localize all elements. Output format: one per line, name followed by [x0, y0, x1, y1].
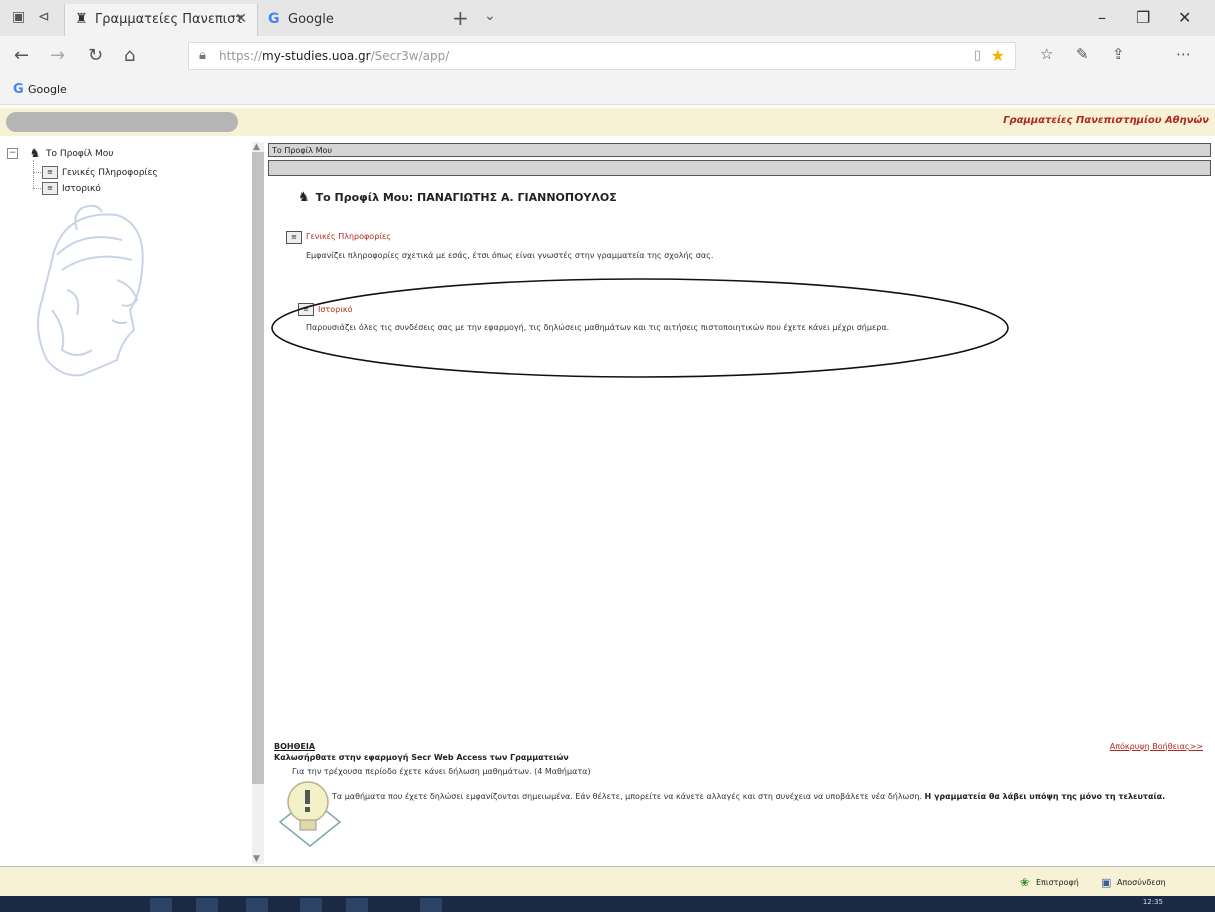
tree-item-general-info[interactable]: ≡ Γενικές Πληροφορίες — [42, 166, 158, 179]
tab-google[interactable]: G Google — [258, 4, 438, 36]
refresh-icon[interactable]: ↻ — [88, 45, 103, 66]
url-text: https://my-studies.uoa.gr/Secr3w/app/ — [219, 49, 450, 63]
browser-nav-bar: ← → ↻ ⌂ 🔒︎ https://my-studies.uoa.gr/Sec… — [0, 36, 1215, 76]
forward-arrow-icon[interactable]: → — [50, 45, 65, 66]
toolbar-strip — [268, 160, 1211, 176]
tree-connector — [33, 160, 34, 188]
help-welcome: Καλωσήρθατε στην εφαρμογή Secr Web Acces… — [274, 753, 569, 762]
tree-item-profile[interactable]: ♞ Το Προφίλ Μου — [28, 146, 114, 160]
favorites-icon[interactable]: ☆ — [1040, 45, 1053, 63]
app-title: Γραμματείες Πανεπιστημίου Αθηνών — [1003, 115, 1209, 126]
close-icon[interactable]: ✕ — [235, 11, 247, 27]
more-icon[interactable]: ⋯ — [1176, 45, 1191, 63]
taskbar-app-icon[interactable] — [150, 898, 172, 912]
user-profile-icon: ♞ — [29, 146, 41, 160]
history-card-icon: ≡ — [42, 182, 58, 195]
tree-item-label: Το Προφίλ Μου — [46, 149, 114, 159]
taskbar-app-icon[interactable] — [246, 898, 268, 912]
university-icon: ♜ — [75, 11, 88, 27]
address-bar[interactable]: 🔒︎ https://my-studies.uoa.gr/Secr3w/app/… — [188, 42, 1016, 70]
tab-university[interactable]: ♜ Γραμματείες Πανεπιστ ✕ — [64, 4, 258, 36]
favorites-bar: G Google — [0, 76, 1215, 105]
logout-icon: ▣ — [1101, 876, 1112, 889]
help-title: ΒΟΗΘΕΙΑ — [274, 742, 316, 751]
scroll-down-icon[interactable]: ▼ — [253, 854, 260, 864]
general-info-link[interactable]: Γενικές Πληροφορίες — [306, 232, 391, 241]
new-tab-icon[interactable]: + — [452, 6, 469, 30]
left-pane-scrollbar[interactable]: ▲ ▼ — [252, 142, 264, 864]
tree-item-label: Γενικές Πληροφορίες — [62, 168, 158, 178]
general-info-description: Εμφανίζει πληροφορίες σχετικά με εσάς, έ… — [306, 251, 714, 260]
scroll-thumb[interactable] — [252, 152, 264, 784]
lightbulb-icon — [278, 781, 342, 847]
athena-watermark — [37, 204, 144, 377]
back-arrow-icon[interactable]: ← — [14, 45, 29, 66]
windows-taskbar: 12:35 — [0, 896, 1215, 912]
lock-icon: 🔒︎ — [199, 48, 206, 63]
restore-icon[interactable]: ❐ — [1136, 8, 1150, 27]
breadcrumb: Το Προφίλ Μου — [268, 143, 1211, 157]
help-period-note: Για την τρέχουσα περίοδο έχετε κάνει δήλ… — [292, 767, 591, 776]
minimize-icon[interactable]: – — [1098, 8, 1106, 27]
tree-item-label: Ιστορικό — [62, 184, 101, 194]
back-icon: ❀ — [1020, 876, 1030, 889]
reading-view-icon[interactable]: ▯ — [974, 48, 981, 63]
status-bar: ❀ Επιστροφή ▣ Αποσύνδεση — [0, 866, 1215, 897]
google-icon: G — [268, 11, 280, 27]
tree-connector — [33, 172, 41, 173]
tab-label: Google — [288, 12, 334, 27]
share-icon[interactable]: ⇪ — [1112, 45, 1125, 63]
logout-button[interactable]: ▣ Αποσύνδεση — [1101, 876, 1166, 889]
taskbar-app-icon[interactable] — [420, 898, 442, 912]
tree-item-history[interactable]: ≡ Ιστορικό — [42, 182, 101, 195]
browser-tab-bar: ▣ ⊲ ♜ Γραμματείες Πανεπιστ ✕ G Google + … — [0, 0, 1215, 36]
tab-label: Γραμματείες Πανεπιστ — [95, 12, 244, 27]
search-field[interactable] — [6, 112, 238, 132]
google-icon: G — [13, 82, 24, 97]
taskbar-app-icon[interactable] — [196, 898, 218, 912]
taskbar-app-icon[interactable] — [346, 898, 368, 912]
collapse-tree-icon[interactable]: − — [7, 148, 18, 159]
tab-actions-icon[interactable]: ▣ — [12, 9, 25, 25]
app-header: Γραμματείες Πανεπιστημίου Αθηνών — [0, 108, 1215, 136]
help-info-text: Τα μαθήματα που έχετε δηλώσει εμφανίζοντ… — [332, 792, 1166, 801]
info-card-icon: ≡ — [42, 166, 58, 179]
info-card-icon: ≡ — [286, 231, 302, 244]
close-window-icon[interactable]: ✕ — [1178, 8, 1191, 27]
set-aside-tabs-icon[interactable]: ⊲ — [38, 9, 50, 25]
hide-help-link[interactable]: Απόκρυψη Βοήθειας>> — [1110, 742, 1203, 751]
favorite-google[interactable]: Google — [28, 83, 67, 96]
pen-icon[interactable]: ✎ — [1076, 45, 1089, 63]
home-icon[interactable]: ⌂ — [124, 45, 135, 66]
scroll-up-icon[interactable]: ▲ — [253, 142, 260, 152]
taskbar-clock: 12:35 — [1142, 898, 1163, 906]
highlight-ellipse — [271, 278, 1009, 378]
user-profile-icon: ♞ — [298, 190, 310, 205]
tree-connector — [33, 188, 41, 189]
back-button[interactable]: ❀ Επιστροφή — [1020, 876, 1079, 889]
taskbar-app-icon[interactable] — [300, 898, 322, 912]
page-title: ♞ Το Προφίλ Μου: ΠΑΝΑΓΙΩΤΗΣ Α. ΓΙΑΝΝΟΠΟΥΛ… — [298, 190, 617, 205]
favorite-star-icon[interactable]: ★ — [991, 46, 1005, 65]
chevron-down-icon[interactable]: ⌄ — [484, 8, 496, 24]
